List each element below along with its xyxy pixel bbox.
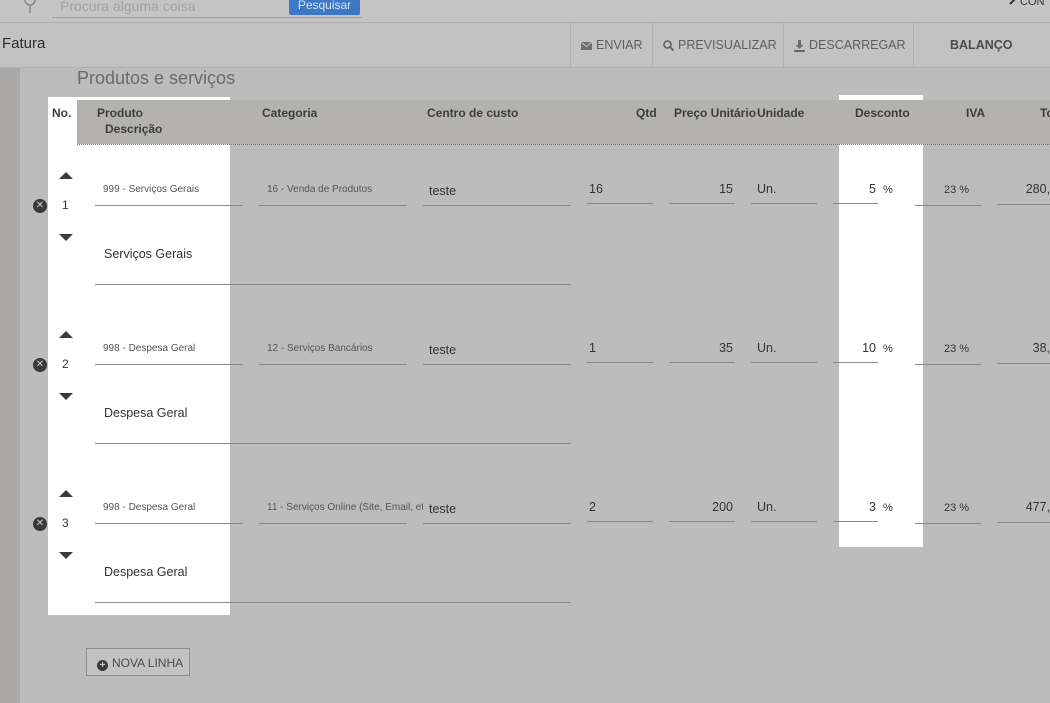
col-unit: Unidade — [757, 106, 805, 120]
product-field[interactable]: 998 - Despesa Geral — [95, 502, 243, 524]
total-field: 38,7 — [997, 341, 1050, 364]
unit-field[interactable]: Un. — [751, 341, 817, 363]
tools-link[interactable]: CON — [1008, 0, 1044, 8]
vat-field[interactable]: 23 % — [915, 343, 981, 365]
section-title: Produtos e serviços — [77, 68, 236, 88]
unit-price-field[interactable]: 35 — [669, 341, 735, 363]
highlight-column-discount — [839, 95, 923, 547]
row-number: 2 — [62, 357, 69, 371]
row-number: 3 — [62, 516, 69, 530]
document-header: Fatura ENVIAR PREVISUALIZAR DESCARREGAR … — [0, 23, 1050, 68]
description-field[interactable]: Despesa Geral — [95, 565, 571, 603]
category-field[interactable]: 16 - Venda de Produtos — [259, 184, 407, 206]
remove-row-icon[interactable]: ✕ — [33, 517, 47, 531]
download-icon — [794, 39, 805, 52]
discount-unit: % — [883, 184, 893, 196]
envelope-icon — [580, 41, 593, 50]
qty-field[interactable]: 16 — [587, 182, 653, 204]
tools-label: CON — [1020, 0, 1045, 8]
col-cost-center: Centro de custo — [427, 106, 519, 120]
page-title: Fatura — [2, 35, 46, 52]
wrench-icon — [1009, 0, 1016, 5]
col-product: Produto — [97, 106, 143, 120]
location-pin-icon — [24, 0, 36, 13]
move-down-icon[interactable] — [59, 234, 73, 241]
col-category: Categoria — [262, 106, 318, 120]
product-field[interactable]: 998 - Despesa Geral — [95, 343, 243, 365]
cost-center-field[interactable]: teste — [423, 343, 571, 365]
download-button[interactable]: DESCARREGAR — [783, 23, 913, 67]
category-underline — [259, 523, 407, 524]
magnifier-icon — [663, 40, 675, 52]
qty-field[interactable]: 1 — [587, 341, 653, 363]
vat-field[interactable]: 23 % — [915, 184, 981, 206]
discount-field[interactable]: 3 — [833, 500, 878, 522]
col-unit-price: Preço Unitário — [674, 106, 757, 120]
left-side-strip — [0, 68, 20, 703]
unit-price-field[interactable]: 200 — [669, 500, 735, 522]
send-button[interactable]: ENVIAR — [570, 23, 652, 67]
description-field[interactable]: Serviços Gerais — [95, 247, 571, 285]
col-no: No. — [52, 106, 72, 120]
col-total: To — [1040, 106, 1050, 120]
category-field[interactable]: 11 - Serviços Online (Site, Email, etc. — [259, 502, 423, 524]
plus-circle-icon: + — [97, 660, 108, 671]
balance-tab[interactable]: BALANÇO — [913, 23, 1050, 67]
move-up-icon[interactable] — [59, 331, 73, 338]
row-number: 1 — [62, 198, 69, 212]
unit-field[interactable]: Un. — [751, 500, 817, 522]
move-down-icon[interactable] — [59, 552, 73, 559]
category-field[interactable]: 12 - Serviços Bancários — [259, 343, 407, 365]
move-up-icon[interactable] — [59, 172, 73, 179]
total-field: 280,4 — [997, 182, 1050, 205]
col-vat: IVA — [966, 106, 986, 120]
search-button[interactable]: Pesquisar — [289, 0, 360, 15]
discount-unit: % — [883, 343, 893, 355]
discount-field[interactable]: 5 — [833, 182, 878, 204]
add-line-button[interactable]: + NOVA LINHA — [86, 648, 190, 676]
product-field[interactable]: 999 - Serviços Gerais — [95, 184, 243, 206]
table-header-divider — [77, 144, 1050, 145]
cost-center-field[interactable]: teste — [423, 184, 571, 206]
unit-field[interactable]: Un. — [751, 182, 817, 204]
preview-button[interactable]: PREVISUALIZAR — [652, 23, 783, 67]
add-line-label: NOVA LINHA — [112, 656, 184, 670]
move-down-icon[interactable] — [59, 393, 73, 400]
cost-center-field[interactable]: teste — [423, 502, 571, 524]
qty-field[interactable]: 2 — [587, 500, 653, 522]
description-field[interactable]: Despesa Geral — [95, 406, 571, 444]
preview-label: PREVISUALIZAR — [678, 38, 777, 52]
remove-row-icon[interactable]: ✕ — [33, 358, 47, 372]
total-field: 477,2 — [997, 500, 1050, 523]
download-label: DESCARREGAR — [809, 38, 906, 52]
col-discount: Desconto — [855, 106, 910, 120]
col-description: Descrição — [105, 122, 163, 136]
col-qty: Qtd — [636, 106, 657, 120]
send-label: ENVIAR — [596, 38, 643, 52]
remove-row-icon[interactable]: ✕ — [33, 199, 47, 213]
unit-price-field[interactable]: 15 — [669, 182, 735, 204]
vat-field[interactable]: 23 % — [915, 502, 981, 524]
discount-unit: % — [883, 502, 893, 514]
move-up-icon[interactable] — [59, 490, 73, 497]
discount-field[interactable]: 10 — [833, 341, 878, 363]
